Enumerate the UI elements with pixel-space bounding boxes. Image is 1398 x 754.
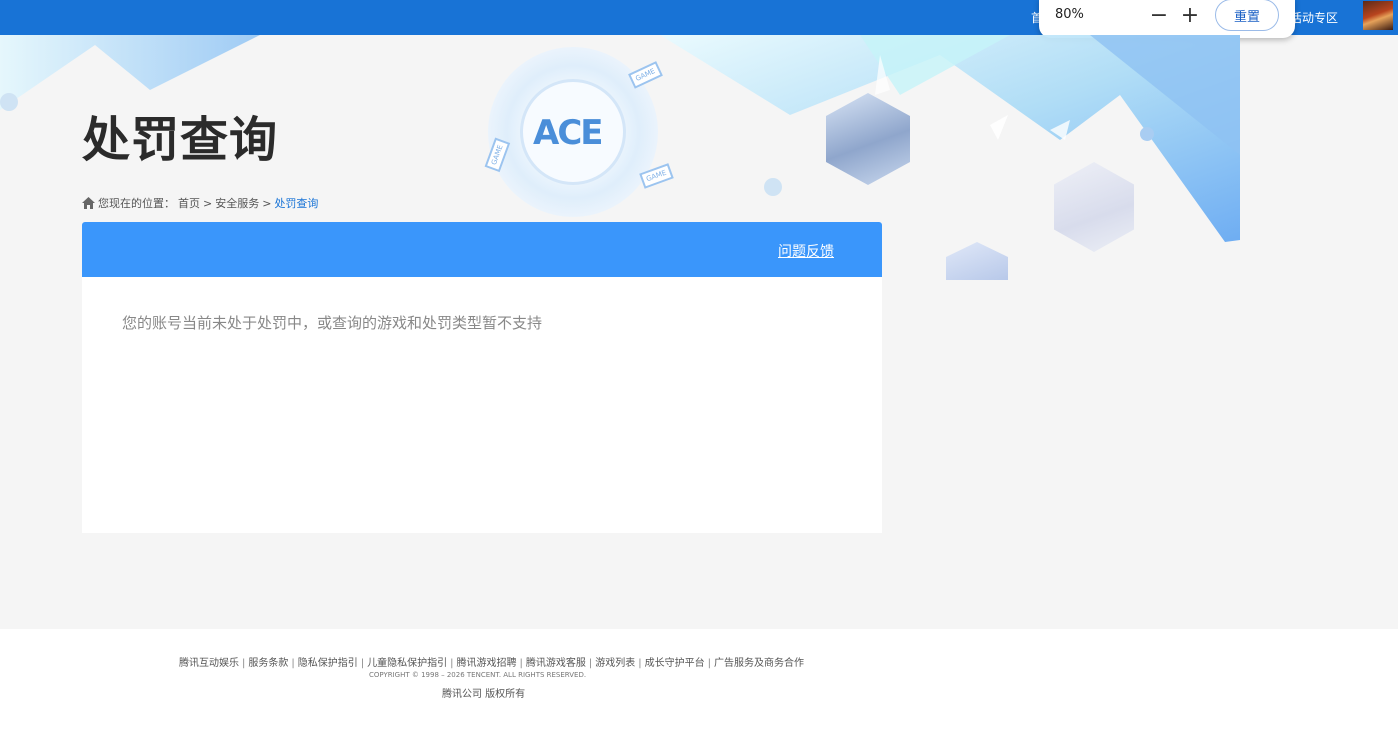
footer-link[interactable]: 隐私保护指引 bbox=[298, 658, 358, 669]
breadcrumb-item-current: 处罚查询 bbox=[274, 197, 319, 210]
zoom-reset-button[interactable]: 重置 bbox=[1215, 0, 1279, 31]
footer-link[interactable]: 腾讯互动娱乐 bbox=[179, 658, 239, 669]
decor-dot bbox=[0, 93, 18, 111]
footer-link[interactable]: 腾讯游戏招聘 bbox=[457, 658, 517, 669]
result-notice: 您的账号当前未处于处罚中，或查询的游戏和处罚类型暂不支持 bbox=[122, 314, 543, 332]
footer-link[interactable]: 游戏列表 bbox=[595, 658, 635, 669]
ace-logo: ACE bbox=[533, 113, 603, 153]
zoom-popup: 80% − + 重置 bbox=[1039, 0, 1295, 38]
footer-links: 腾讯互动娱乐 | 服务条款 | 隐私保护指引 | 儿童隐私保护指引 | 腾讯游戏招聘 | 腾讯游戏客… bbox=[179, 654, 804, 669]
footer-link[interactable]: 成长守护平台 bbox=[645, 658, 705, 669]
nav-item-events[interactable]: 活动专区 bbox=[1290, 9, 1338, 26]
user-avatar[interactable] bbox=[1363, 1, 1393, 30]
footer-divider: | bbox=[638, 658, 642, 669]
zoom-out-button[interactable]: − bbox=[1147, 2, 1171, 30]
breadcrumb-separator: > bbox=[262, 196, 272, 210]
copyright-text: COPYRIGHT © 1998 – 2026 TENCENT. ALL RIG… bbox=[369, 671, 587, 679]
breadcrumb: 您现在的位置： 首页 > 安全服务 > 处罚查询 bbox=[82, 195, 318, 211]
breadcrumb-item-security[interactable]: 安全服务 bbox=[215, 195, 259, 211]
result-panel-body: 您的账号当前未处于处罚中，或查询的游戏和处罚类型暂不支持 bbox=[82, 277, 882, 533]
breadcrumb-prefix: 您现在的位置： bbox=[98, 197, 175, 210]
footer: 腾讯互动娱乐 | 服务条款 | 隐私保护指引 | 儿童隐私保护指引 | 腾讯游戏招聘 | 腾讯游戏客… bbox=[0, 629, 1398, 754]
company-text: 腾讯公司 版权所有 bbox=[442, 689, 526, 700]
decor-dot bbox=[764, 178, 782, 196]
footer-link[interactable]: 服务条款 bbox=[248, 658, 288, 669]
breadcrumb-item-home[interactable]: 首页 bbox=[178, 195, 200, 211]
breadcrumb-separator: > bbox=[203, 196, 213, 210]
result-panel-header: 问题反馈 bbox=[82, 222, 882, 277]
decor-dot bbox=[1140, 127, 1154, 141]
footer-divider: | bbox=[360, 658, 365, 669]
page-title: 处罚查询 bbox=[82, 112, 279, 168]
footer-divider: | bbox=[450, 658, 454, 669]
footer-link[interactable]: 儿童隐私保护指引 bbox=[367, 658, 447, 669]
footer-divider: | bbox=[707, 658, 711, 669]
footer-divider: | bbox=[242, 658, 246, 669]
footer-divider: | bbox=[291, 658, 295, 669]
footer-divider: | bbox=[588, 658, 593, 669]
feedback-link[interactable]: 问题反馈 bbox=[778, 241, 834, 261]
zoom-level: 80% bbox=[1055, 7, 1084, 22]
footer-link[interactable]: 广告服务及商务合作 bbox=[714, 658, 804, 669]
footer-link[interactable]: 腾讯游戏客服 bbox=[526, 658, 586, 669]
zoom-in-button[interactable]: + bbox=[1178, 2, 1202, 30]
footer-divider: | bbox=[519, 658, 523, 669]
home-icon bbox=[82, 197, 95, 209]
